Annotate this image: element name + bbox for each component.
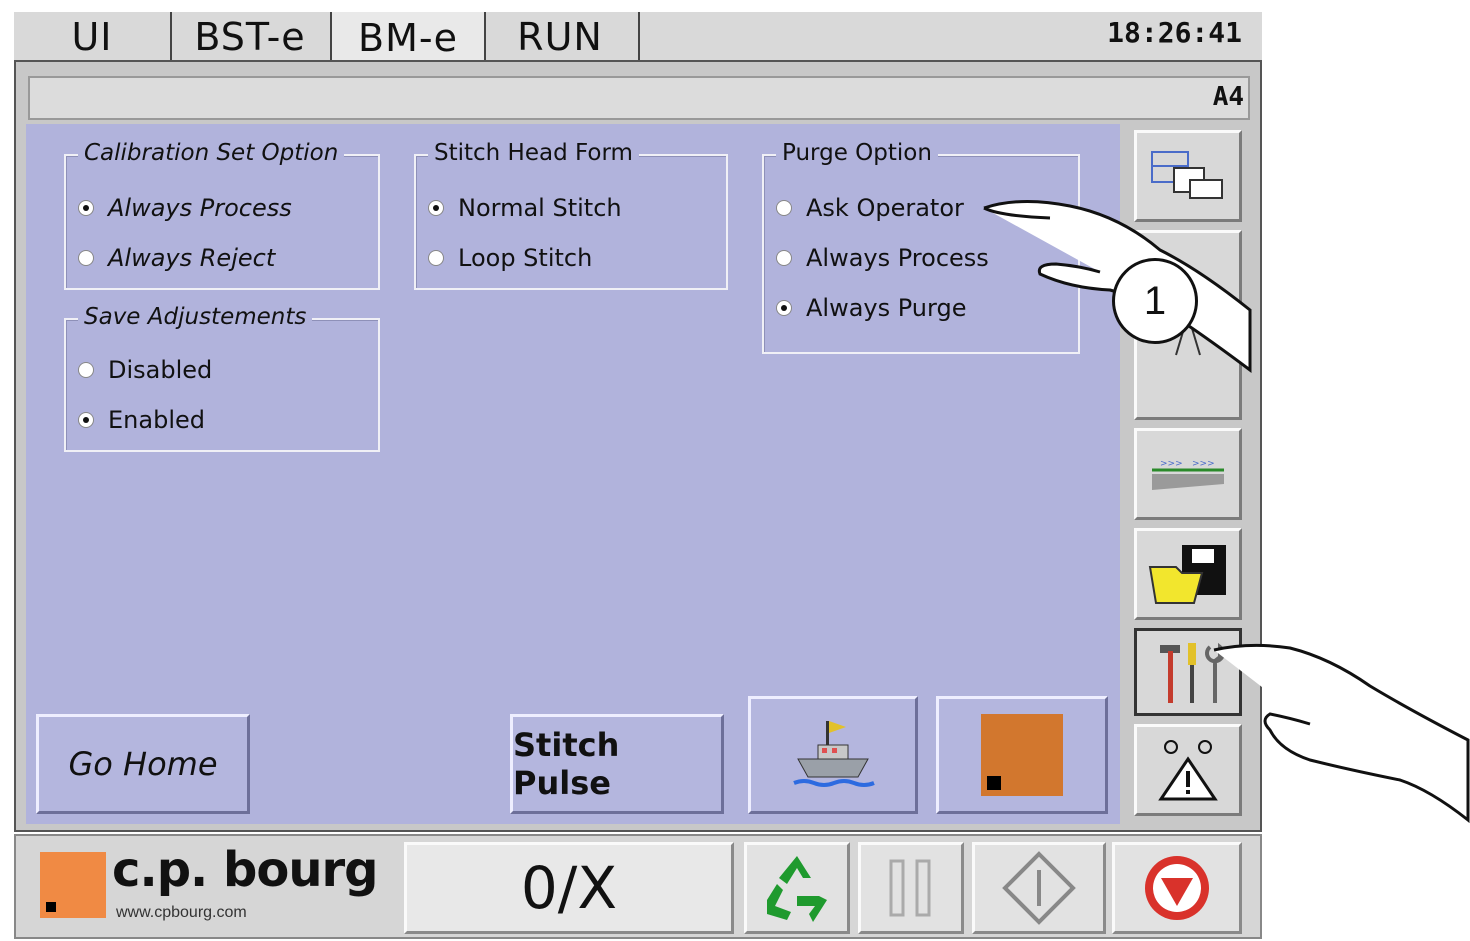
radio-selected-icon[interactable] [78,412,94,428]
option-label: Loop Stitch [458,244,593,272]
svg-text:>>>: >>> [1160,459,1183,469]
option-label: Always Reject [108,244,276,272]
tab-run[interactable]: RUN [482,12,640,62]
clock: 18:26:41 [1107,16,1242,49]
stitch-head-group: Stitch Head Form Normal Stitch Loop Stit… [414,140,728,290]
purge-option-always-purge[interactable]: Always Purge [776,294,966,322]
stop-button[interactable] [1112,842,1242,934]
conveyor-button[interactable]: >>> >>> [1134,428,1242,520]
stitch-option-normal[interactable]: Normal Stitch [428,194,622,222]
stitch-option-loop[interactable]: Loop Stitch [428,244,592,272]
tab-bm-e[interactable]: BM-e [330,12,486,64]
radio-unselected-icon[interactable] [776,200,792,216]
radio-selected-icon[interactable] [776,300,792,316]
calibration-option-always-reject[interactable]: Always Reject [78,244,275,272]
ship-icon [793,721,875,787]
logo-text: c.p. bourg [112,842,379,898]
folder-save-icon [1148,545,1226,604]
counter-display: 0/X [404,842,734,934]
option-label: Always Process [108,194,292,222]
settings-panel: Calibration Set Option Always Process Al… [26,124,1120,824]
go-home-button[interactable]: Go Home [36,714,250,814]
tab-ui[interactable]: UI [14,12,172,62]
pause-button[interactable] [858,842,964,934]
save-option-disabled[interactable]: Disabled [78,356,212,384]
radio-selected-icon[interactable] [428,200,444,216]
radio-unselected-icon[interactable] [776,250,792,266]
save-option-enabled[interactable]: Enabled [78,406,205,434]
purge-option-ask-operator[interactable]: Ask Operator [776,194,964,222]
calibration-group: Calibration Set Option Always Process Al… [64,140,380,290]
color-block-button[interactable] [936,696,1108,814]
pointing-hand-illustration [1213,643,1470,824]
option-label: Disabled [108,356,213,384]
stitch-pulse-button[interactable]: Stitch Pulse [510,714,724,814]
info-bar: A4 [28,76,1250,120]
purge-option-always-process[interactable]: Always Process [776,244,989,272]
stop-icon [1145,856,1209,920]
option-label: Always Purge [806,294,967,322]
bottom-bar: c.p. bourg www.cpbourg.com 0/X [14,834,1262,939]
tab-strip: UI BST-e BM-e RUN 18:26:41 [14,12,1262,64]
callout-number: 1 [1112,258,1198,344]
recycle-icon [767,856,827,922]
pointing-hand-illustration [983,200,1252,373]
calibration-option-always-process[interactable]: Always Process [78,194,292,222]
counter-value: 0/X [520,854,618,922]
logo-square-icon [40,852,106,918]
save-adjustments-title: Save Adjustements [78,304,313,330]
svg-text:>>>: >>> [1192,459,1215,469]
purge-title: Purge Option [776,140,938,166]
start-button[interactable] [972,842,1106,934]
calibration-title: Calibration Set Option [78,140,345,166]
logo-url: www.cpbourg.com [116,904,247,921]
radio-unselected-icon[interactable] [428,250,444,266]
pause-icon [889,859,931,917]
option-label: Enabled [108,406,205,434]
radio-unselected-icon[interactable] [78,362,94,378]
start-diamond-icon [1002,851,1076,925]
recycle-button[interactable] [744,842,850,934]
tab-bst-e[interactable]: BST-e [170,12,332,62]
radio-unselected-icon[interactable] [78,250,94,266]
option-label: Normal Stitch [458,194,622,222]
conveyor-icon: >>> >>> [1152,459,1224,490]
radio-selected-icon[interactable] [78,200,94,216]
orange-square-icon [981,714,1063,796]
save-adjustments-group: Save Adjustements Disabled Enabled [64,304,380,452]
ship-button[interactable] [748,696,918,814]
option-label: Ask Operator [806,194,964,222]
folder-save-button[interactable] [1134,528,1242,620]
stitch-head-title: Stitch Head Form [428,140,639,166]
screen-id: A4 [1212,82,1244,112]
